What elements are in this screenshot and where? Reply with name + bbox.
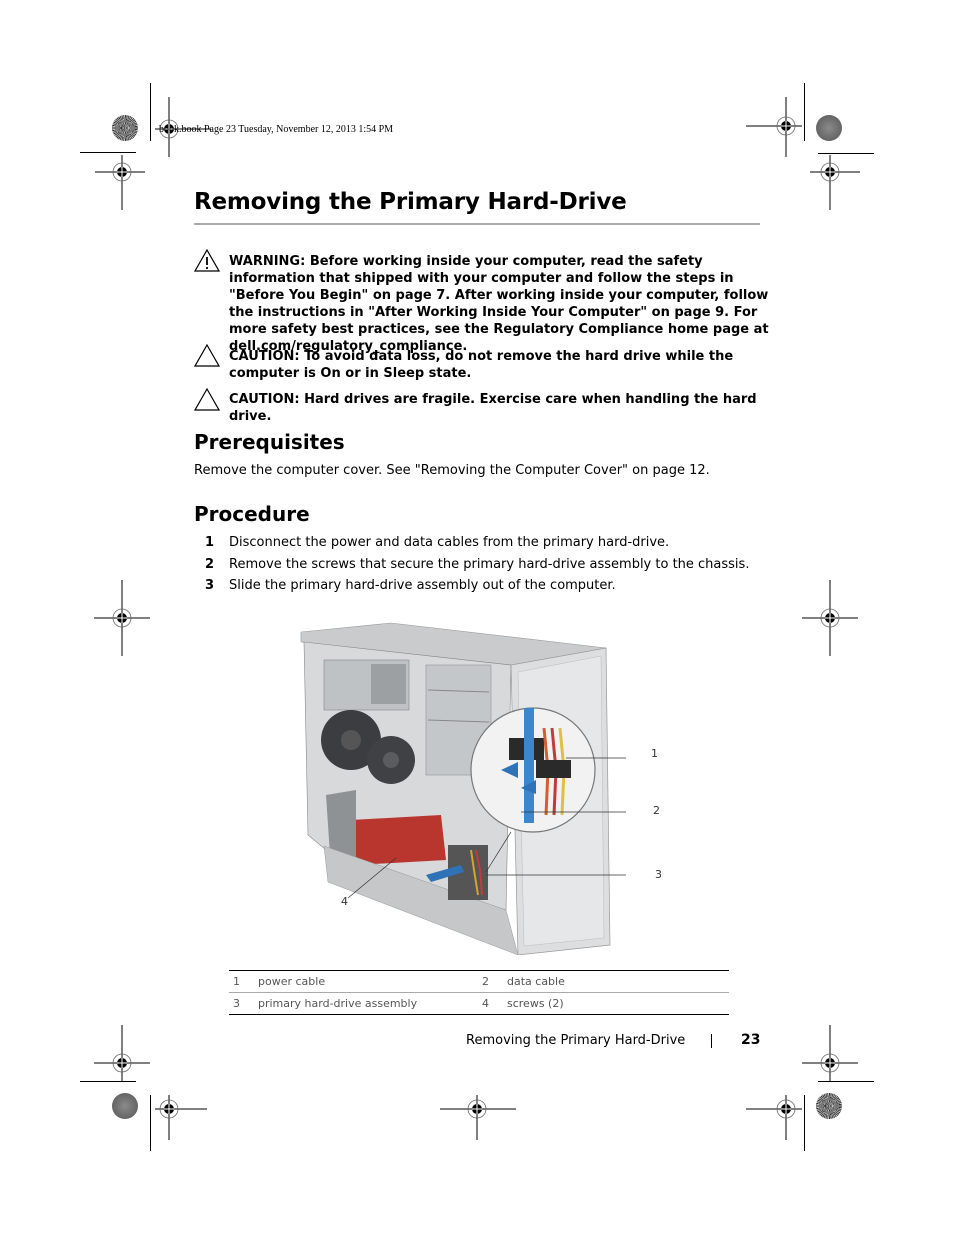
legend-number: 2 [482, 975, 489, 988]
warning-notice: WARNING: Before working inside your comp… [229, 254, 769, 354]
step-text: Disconnect the power and data cables fro… [229, 535, 670, 550]
registration-mark-icon [802, 580, 858, 656]
crop-mark [150, 83, 151, 141]
color-bar-rosette-icon [816, 115, 842, 141]
crop-mark [818, 153, 874, 154]
legend-label: power cable [258, 975, 326, 988]
figure-callout: 4 [341, 895, 348, 908]
registration-mark-icon [94, 1025, 150, 1081]
registration-mark-icon [746, 97, 802, 157]
page-title: Removing the Primary Hard-Drive [194, 189, 627, 215]
step-number: 2 [205, 557, 215, 572]
legend-number: 1 [233, 975, 240, 988]
step-number: 3 [205, 578, 215, 593]
figure-legend-table: 1 power cable 2 data cable 3 primary har… [229, 970, 729, 1015]
figure-callout: 2 [653, 804, 660, 817]
crop-mark [818, 1081, 874, 1082]
registration-mark-icon [810, 155, 860, 210]
legend-number: 4 [482, 997, 489, 1010]
crop-mark [80, 1081, 136, 1082]
legend-label: primary hard-drive assembly [258, 997, 418, 1010]
registration-mark-icon [746, 1095, 802, 1140]
page-number: 23 [741, 1032, 761, 1048]
legend-row: 1 power cable 2 data cable [229, 971, 729, 992]
caution-triangle-icon [194, 388, 220, 411]
caution-notice: CAUTION: Hard drives are fragile. Exerci… [229, 392, 757, 424]
legend-label: data cable [507, 975, 565, 988]
registration-mark-icon [95, 155, 145, 210]
legend-number: 3 [233, 997, 240, 1010]
prerequisites-heading: Prerequisites [194, 430, 345, 454]
step-text: Slide the primary hard-drive assembly ou… [229, 578, 616, 593]
step-number: 1 [205, 535, 215, 550]
crop-mark [150, 1095, 151, 1151]
figure-callout: 1 [651, 747, 658, 760]
registration-mark-icon [440, 1095, 516, 1140]
color-bar-rosette-icon [816, 1093, 842, 1119]
legend-row: 3 primary hard-drive assembly 4 screws (… [229, 992, 729, 1014]
footer-divider [711, 1034, 712, 1048]
crop-mark [80, 152, 136, 153]
registration-mark-icon [155, 1095, 207, 1140]
title-divider [194, 223, 760, 225]
step-text: Remove the screws that secure the primar… [229, 557, 750, 572]
caution-triangle-icon [194, 344, 220, 367]
color-bar-rosette-icon [112, 1093, 138, 1119]
color-bar-rosette-icon [112, 115, 138, 141]
crop-mark [804, 1095, 805, 1151]
registration-mark-icon [94, 580, 150, 656]
procedure-heading: Procedure [194, 502, 310, 526]
legend-label: screws (2) [507, 997, 564, 1010]
crop-mark [804, 83, 805, 141]
caution-notice: CAUTION: To avoid data loss, do not remo… [229, 349, 734, 381]
prerequisites-text: Remove the computer cover. See "Removing… [194, 463, 710, 478]
print-slug-line: book.book Page 23 Tuesday, November 12, … [159, 124, 394, 135]
warning-triangle-icon [194, 249, 220, 272]
registration-mark-icon [802, 1025, 858, 1081]
figure-callout: 3 [655, 868, 662, 881]
footer-section-title: Removing the Primary Hard-Drive [466, 1033, 686, 1048]
